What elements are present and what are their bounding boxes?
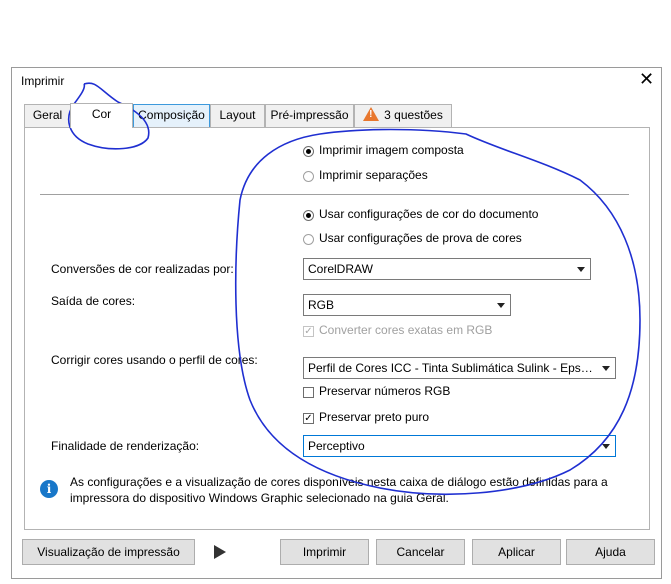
radio-document-settings[interactable] <box>303 210 314 221</box>
apply-button[interactable]: Aplicar <box>472 539 561 565</box>
tab-label: Pré-impressão <box>270 108 349 122</box>
tab-label: Geral <box>32 108 63 122</box>
radio-composite[interactable] <box>303 146 314 157</box>
preserve-black-label: Preservar preto puro <box>319 410 430 424</box>
chevron-down-icon <box>577 267 585 272</box>
info-message: As configurações e a visualização de cor… <box>70 474 610 506</box>
document-settings-label: Usar configurações de cor do documento <box>319 207 539 221</box>
conversion-select[interactable]: CorelDRAW <box>303 258 591 280</box>
preserve-rgb-checkbox[interactable] <box>303 387 314 398</box>
info-line-2: impressora do dispositivo Windows Graphi… <box>70 491 449 505</box>
cancel-button[interactable]: Cancelar <box>376 539 465 565</box>
radio-proof-settings[interactable] <box>303 234 314 245</box>
tab-questoes[interactable]: ! 3 questões <box>354 104 452 127</box>
print-preview-button[interactable]: Visualização de impressão <box>22 539 195 565</box>
tab-label: Composição <box>138 108 205 122</box>
button-label: Ajuda <box>595 545 626 559</box>
info-line-1: As configurações e a visualização de cor… <box>70 475 608 489</box>
button-label: Aplicar <box>498 545 535 559</box>
convert-spot-checkbox[interactable]: ✓ <box>303 326 314 337</box>
chevron-down-icon <box>602 444 610 449</box>
proof-settings-label: Usar configurações de prova de cores <box>319 231 522 245</box>
rendering-label: Finalidade de renderização: <box>51 439 200 453</box>
color-tab-panel: Imprimir imagem composta Imprimir separa… <box>24 127 650 530</box>
rendering-select[interactable]: Perceptivo <box>303 435 616 457</box>
chevron-down-icon <box>497 303 505 308</box>
tab-label: 3 questões <box>384 108 443 122</box>
info-icon: i <box>40 480 58 498</box>
conversion-label: Conversões de cor realizadas por: <box>51 262 234 276</box>
button-label: Cancelar <box>396 545 445 559</box>
help-button[interactable]: Ajuda <box>566 539 655 565</box>
rendering-value: Perceptivo <box>308 439 365 453</box>
radio-separations[interactable] <box>303 171 314 182</box>
color-profile-value: Perfil de Cores ICC - Tinta Sublimática … <box>308 361 608 375</box>
separations-label: Imprimir separações <box>319 168 428 182</box>
print-button[interactable]: Imprimir <box>280 539 369 565</box>
play-icon[interactable] <box>214 545 226 559</box>
button-label: Imprimir <box>302 545 347 559</box>
tab-geral[interactable]: Geral <box>24 104 71 127</box>
correct-colors-label: Corrigir cores usando o perfil de cores: <box>51 353 258 367</box>
conversion-value: CorelDRAW <box>308 262 373 276</box>
output-label: Saída de cores: <box>51 294 136 308</box>
convert-spot-label: Converter cores exatas em RGB <box>319 323 493 337</box>
output-value: RGB <box>308 298 335 312</box>
tab-label: Layout <box>219 108 256 122</box>
preserve-rgb-label: Preservar números RGB <box>319 384 451 398</box>
close-icon[interactable]: ✕ <box>639 69 654 89</box>
composite-label: Imprimir imagem composta <box>319 143 464 157</box>
section-divider <box>40 194 629 195</box>
tab-composicao[interactable]: Composição <box>133 104 210 127</box>
preserve-black-checkbox[interactable]: ✓ <box>303 413 314 424</box>
print-dialog: Imprimir ✕ Geral Cor Composição Layout P… <box>11 67 662 579</box>
chevron-down-icon <box>602 366 610 371</box>
tab-label: Cor <box>91 107 112 121</box>
warning-icon: ! <box>363 107 380 121</box>
tab-pre-impressao[interactable]: Pré-impressão <box>265 104 354 127</box>
output-select[interactable]: RGB <box>303 294 511 316</box>
button-label: Visualização de impressão <box>37 545 180 559</box>
tab-cor[interactable]: Cor <box>70 103 133 128</box>
tab-layout[interactable]: Layout <box>210 104 265 127</box>
dialog-title: Imprimir <box>21 74 65 88</box>
color-profile-select[interactable]: Perfil de Cores ICC - Tinta Sublimática … <box>303 357 616 379</box>
